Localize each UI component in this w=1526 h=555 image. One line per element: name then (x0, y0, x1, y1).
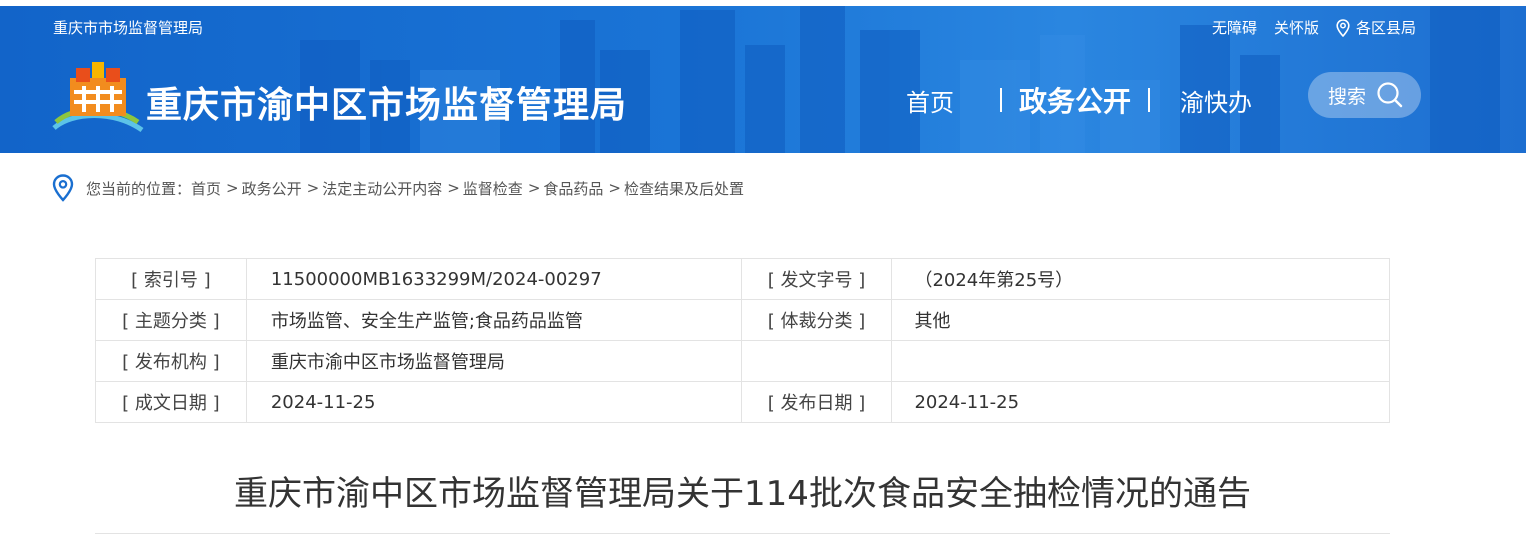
table-row: [ 索引号 ] 11500000MB1633299M/2024-00297 [ … (95, 258, 1390, 300)
breadcrumb-prefix: 您当前的位置： (86, 179, 192, 198)
breadcrumb-item-government-affairs[interactable]: 政务公开 (242, 178, 302, 199)
breadcrumb: 您当前的位置： 首页 > 政务公开 > 法定主动公开内容 > 监督检查 > 食品… (52, 174, 744, 202)
location-pin-icon (1336, 18, 1350, 37)
breadcrumb-item-statutory-disclosure[interactable]: 法定主动公开内容 (322, 178, 442, 199)
genre-category-value: 其他 (891, 299, 1390, 341)
index-number-label: [ 索引号 ] (95, 258, 247, 300)
empty-value-cell (891, 340, 1390, 382)
main-nav: 首页 政务公开 渝快办 (906, 80, 1252, 120)
top-strip (0, 0, 1526, 6)
genre-category-label: [ 体裁分类 ] (740, 299, 893, 341)
breadcrumb-separator: > (447, 179, 460, 197)
bureau-logo (52, 62, 144, 133)
publish-date-value: 2024-11-25 (891, 381, 1390, 423)
site-header: 重庆市市场监督管理局 无障碍 关怀版 各区县局 重庆市渝中区市场监督管理局 首页… (0, 0, 1526, 153)
top-links: 无障碍 关怀版 各区县局 (1212, 17, 1416, 38)
search-button[interactable]: 搜索 (1308, 72, 1421, 118)
index-number-value: 11500000MB1633299M/2024-00297 (245, 258, 742, 300)
district-bureaus-label: 各区县局 (1355, 19, 1416, 37)
parent-site-link[interactable]: 重庆市市场监督管理局 (53, 17, 203, 38)
breadcrumb-item-food-drugs[interactable]: 食品药品 (543, 178, 603, 199)
title-divider (95, 533, 1390, 534)
breadcrumb-separator: > (226, 179, 239, 197)
breadcrumb-separator: > (527, 179, 541, 197)
article-title: 重庆市渝中区市场监督管理局关于114批次食品安全抽检情况的通告 (234, 474, 1251, 514)
document-number-label: [ 发文字号 ] (740, 258, 893, 300)
nav-item-government-affairs[interactable]: 政务公开 (1019, 80, 1131, 120)
empty-label-cell (740, 340, 893, 382)
breadcrumb-separator: > (306, 179, 320, 197)
document-number-value: （2024年第25号） (891, 258, 1390, 300)
site-title[interactable]: 重庆市渝中区市场监督管理局 (146, 76, 627, 128)
issuing-agency-label: [ 发布机构 ] (95, 340, 247, 382)
breadcrumb-item-inspection-results[interactable]: 检查结果及后处置 (624, 178, 744, 199)
issuing-agency-value: 重庆市渝中区市场监督管理局 (245, 340, 742, 382)
drafted-date-value: 2024-11-25 (245, 381, 742, 423)
topic-category-value: 市场监管、安全生产监管;食品药品监管 (245, 299, 742, 341)
table-row: [ 主题分类 ] 市场监管、安全生产监管;食品药品监管 [ 体裁分类 ] 其他 (95, 299, 1390, 341)
publish-date-label: [ 发布日期 ] (740, 381, 893, 423)
breadcrumb-item-home[interactable]: 首页 (191, 178, 221, 199)
nav-item-home[interactable]: 首页 (906, 83, 954, 118)
topic-category-label: [ 主题分类 ] (95, 299, 247, 341)
location-pin-icon (52, 174, 74, 202)
accessibility-link[interactable]: 无障碍 (1212, 17, 1257, 38)
nav-divider (1000, 88, 1002, 112)
search-icon (1377, 82, 1403, 108)
document-info-table: [ 索引号 ] 11500000MB1633299M/2024-00297 [ … (95, 258, 1390, 423)
table-row: [ 发布机构 ] 重庆市渝中区市场监督管理局 (95, 340, 1390, 382)
drafted-date-label: [ 成文日期 ] (95, 381, 247, 423)
breadcrumb-separator: > (608, 179, 621, 197)
table-row: [ 成文日期 ] 2024-11-25 [ 发布日期 ] 2024-11-25 (95, 381, 1390, 423)
elderly-mode-link[interactable]: 关怀版 (1274, 17, 1319, 38)
search-label: 搜索 (1328, 85, 1367, 108)
breadcrumb-item-supervision-inspection[interactable]: 监督检查 (463, 178, 523, 199)
nav-divider (1148, 88, 1151, 112)
nav-item-yukuaiban[interactable]: 渝快办 (1180, 83, 1252, 118)
district-bureaus-link[interactable]: 各区县局 (1336, 17, 1416, 38)
